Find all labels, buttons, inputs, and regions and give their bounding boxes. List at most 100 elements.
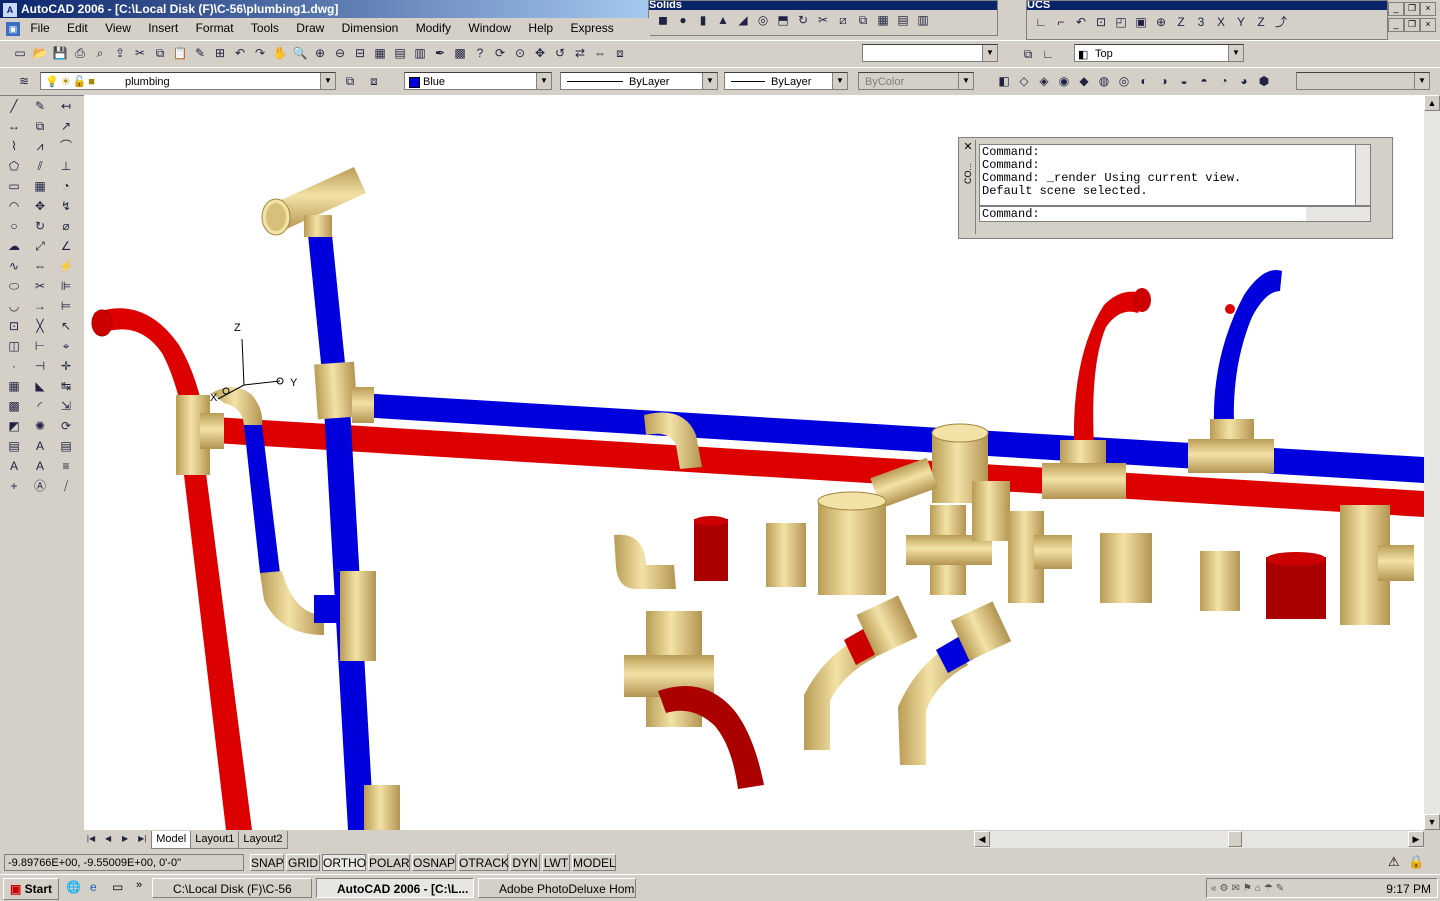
menu-dimension[interactable]: Dimension <box>335 21 406 35</box>
dim-space-icon[interactable]: ≡ <box>56 456 76 476</box>
scroll-left-icon[interactable]: ◀ <box>974 831 990 847</box>
zoom-previous-icon[interactable]: ⊖ <box>330 43 350 63</box>
tab-model[interactable]: Model <box>151 831 192 849</box>
model-toggle[interactable]: MODEL <box>572 854 616 871</box>
flat-icon[interactable]: ◆ <box>1074 71 1094 91</box>
revcloud-icon[interactable]: ☁ <box>4 236 24 256</box>
ucs-previous-icon[interactable]: ↶ <box>1071 12 1091 32</box>
menu-insert[interactable]: Insert <box>141 21 185 35</box>
3dclip-icon[interactable]: ⧈ <box>610 43 630 63</box>
view-ucs-icon[interactable]: ▣ <box>1131 12 1151 32</box>
line-icon[interactable]: ╱ <box>4 96 24 116</box>
tolerance-icon[interactable]: ⌖ <box>56 336 76 356</box>
ordinate-icon[interactable]: ⊥ <box>56 156 76 176</box>
continue-icon[interactable]: ⊨ <box>56 296 76 316</box>
zaxis-ucs-icon[interactable]: Z <box>1171 12 1191 32</box>
save-icon[interactable]: 💾 <box>50 43 70 63</box>
wire-2d-icon[interactable]: ◇ <box>1014 71 1034 91</box>
match-properties-icon[interactable]: ✎ <box>190 43 210 63</box>
render-icon[interactable]: ◑ <box>1154 71 1174 91</box>
ellipse-arc-icon[interactable]: ◡ <box>4 296 24 316</box>
make-current-layer-icon[interactable]: ⧉ <box>340 71 360 91</box>
spline-icon[interactable]: ∿ <box>4 256 24 276</box>
polygon-icon[interactable]: ⬠ <box>4 156 24 176</box>
dtext-icon[interactable]: A <box>30 456 50 476</box>
tab-layout2[interactable]: Layout2 <box>238 831 288 849</box>
desktop-icon[interactable]: ▭ <box>112 880 123 894</box>
lock-icon[interactable]: 🔒 <box>1408 854 1424 870</box>
vertical-scrollbar[interactable]: ▲ ▼ <box>1424 95 1440 830</box>
tray-icons[interactable]: «⚙✉⚑⌂☂✎ <box>1207 879 1287 899</box>
polyline-icon[interactable]: ⌇ <box>4 136 24 156</box>
rectangle-icon[interactable]: ▭ <box>4 176 24 196</box>
task-autocad[interactable]: AutoCAD 2006 - [C:\L... <box>316 878 474 898</box>
jogged-icon[interactable]: ↯ <box>56 196 76 216</box>
paste-icon[interactable]: 📋 <box>170 43 190 63</box>
mtext-icon[interactable]: A <box>4 456 24 476</box>
chamfer-icon[interactable]: ◣ <box>30 376 50 396</box>
copy-icon[interactable]: ⧉ <box>30 116 50 136</box>
y-ucs-icon[interactable]: Y <box>1231 12 1251 32</box>
mirror-icon[interactable]: ⩘ <box>30 136 50 156</box>
rotate-icon[interactable]: ↻ <box>30 216 50 236</box>
solids-toolbar-title[interactable]: Solids <box>649 1 997 10</box>
command-hscroll[interactable] <box>1306 207 1370 221</box>
slice-icon[interactable]: ✂ <box>813 10 833 30</box>
aligned-dim-icon[interactable]: ↗ <box>56 116 76 136</box>
arc-icon[interactable]: ◠ <box>4 196 24 216</box>
diameter-icon[interactable]: ⌀ <box>56 216 76 236</box>
cone-icon[interactable]: ▲ <box>713 10 733 30</box>
ucs-icon[interactable]: ∟ <box>1031 12 1051 32</box>
setup-drawing-icon[interactable]: ▦ <box>873 10 893 30</box>
section-icon[interactable]: ⧄ <box>833 10 853 30</box>
print-icon[interactable]: ⎙ <box>70 43 90 63</box>
scroll-down-icon[interactable]: ▼ <box>1424 814 1440 830</box>
world-ucs-icon[interactable]: ⌐ <box>1051 12 1071 32</box>
ie-icon[interactable]: e <box>90 880 97 894</box>
prev-tab-icon[interactable]: ◀ <box>101 832 115 846</box>
radius-icon[interactable]: ◔ <box>56 176 76 196</box>
explode-icon[interactable]: ✺ <box>30 416 50 436</box>
osnap-toggle[interactable]: OSNAP <box>412 854 456 871</box>
dim-break-icon[interactable]: ⧸ <box>56 476 76 496</box>
setup-profile-icon[interactable]: ▥ <box>913 10 933 30</box>
xline-icon[interactable]: ↔ <box>4 116 24 136</box>
first-tab-icon[interactable]: |◀ <box>84 832 98 846</box>
next-tab-icon[interactable]: ▶ <box>118 832 132 846</box>
block-editor-icon[interactable]: ⊞ <box>210 43 230 63</box>
coordinate-display[interactable]: -9.89766E+00, -9.55009E+00, 0'-0" <box>4 854 244 871</box>
color-combo[interactable]: Blue ▼ <box>404 72 552 90</box>
apply-ucs-icon[interactable]: ⤴ <box>1271 12 1291 32</box>
properties-icon[interactable]: ⊟ <box>350 43 370 63</box>
gouraud-edges-icon[interactable]: ◐ <box>1134 71 1154 91</box>
break-point-icon[interactable]: ╳ <box>30 316 50 336</box>
3point-ucs-icon[interactable]: 3 <box>1191 12 1211 32</box>
communication-center-icon[interactable]: ⚠ <box>1388 854 1400 870</box>
text-icon[interactable]: A <box>30 436 50 456</box>
command-window-grip[interactable]: ✕ CO... <box>961 140 976 234</box>
gouraud-icon[interactable]: ◍ <box>1094 71 1114 91</box>
circle-icon[interactable]: ○ <box>4 216 24 236</box>
close-icon[interactable]: ✕ <box>961 140 975 153</box>
stretch-icon[interactable]: ⇔ <box>30 256 50 276</box>
design-center-icon[interactable]: ▦ <box>370 43 390 63</box>
help-icon[interactable]: ? <box>470 43 490 63</box>
3dcontinuous-icon[interactable]: ↺ <box>550 43 570 63</box>
copy-icon[interactable]: ⧉ <box>150 43 170 63</box>
task-explorer[interactable]: C:\Local Disk (F)\C-56 <box>152 878 312 898</box>
menu-edit[interactable]: Edit <box>60 21 95 35</box>
extend-icon[interactable]: → <box>30 296 50 316</box>
3dzoom-icon[interactable]: ⊙ <box>510 43 530 63</box>
fillet-icon[interactable]: ◜ <box>30 396 50 416</box>
wedge-icon[interactable]: ◢ <box>733 10 753 30</box>
trim-icon[interactable]: ✂ <box>30 276 50 296</box>
setup-view-icon[interactable]: ▤ <box>893 10 913 30</box>
scroll-up-icon[interactable]: ▲ <box>1424 95 1440 111</box>
menu-draw[interactable]: Draw <box>289 21 331 35</box>
z-ucs-icon[interactable]: Z <box>1251 12 1271 32</box>
doc-icon[interactable]: ▣ <box>6 21 20 36</box>
menu-view[interactable]: View <box>98 21 138 35</box>
scroll-thumb[interactable] <box>1228 831 1242 847</box>
tool-palettes-icon[interactable]: ▤ <box>390 43 410 63</box>
material-icon[interactable]: ◔ <box>1214 71 1234 91</box>
